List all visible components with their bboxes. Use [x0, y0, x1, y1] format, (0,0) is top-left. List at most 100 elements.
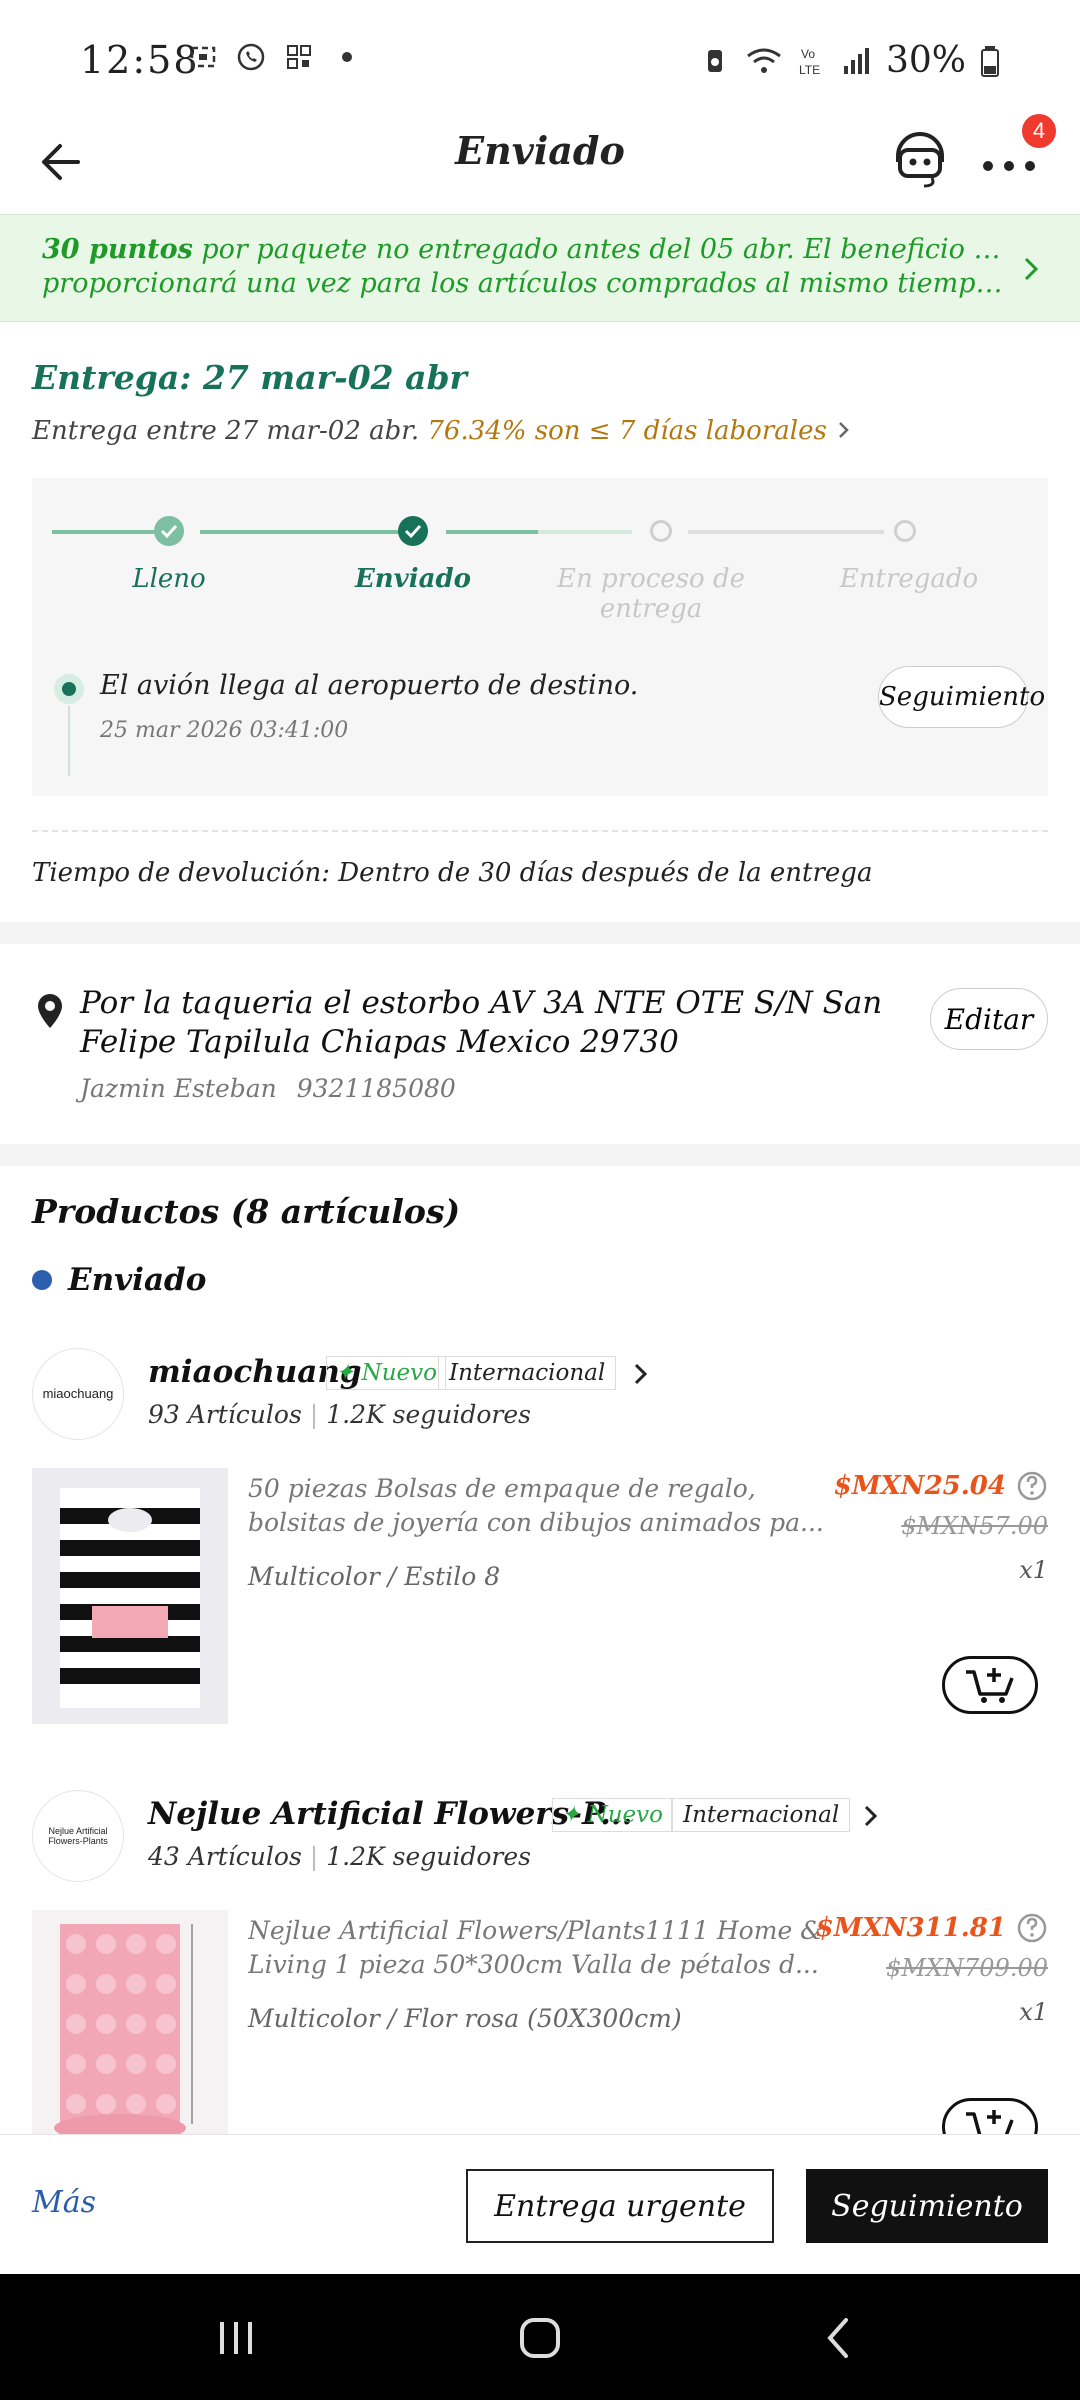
- product-name-line-1: 50 piezas Bolsas de empaque de regalo,: [248, 1474, 756, 1503]
- product-name-line-1: Nejlue Artificial Flowers/Plants1111 Hom…: [248, 1916, 823, 1945]
- delivery-estimate-title: Entrega: 27 mar-02 abr: [32, 358, 467, 397]
- promo-line-1: 30 puntos por paquete no entregado antes…: [42, 233, 1010, 267]
- product-item[interactable]: 50 piezas Bolsas de empaque de regalo, b…: [32, 1468, 1048, 1728]
- add-to-cart-button[interactable]: [942, 1656, 1038, 1714]
- progress-line: [200, 530, 400, 534]
- promo-text-1: por paquete no entregado antes del 05 ab…: [192, 234, 1010, 265]
- store-logo: miaochuang: [32, 1348, 124, 1440]
- urgent-delivery-button[interactable]: Entrega urgente: [466, 2169, 774, 2243]
- product-price-row: $MXN311.81: [816, 1912, 1048, 1944]
- product-name: Nejlue Artificial Flowers/Plants1111 Hom…: [248, 1914, 838, 1982]
- new-tag-label: Nuevo: [361, 1360, 437, 1386]
- group-status-label: Enviado: [68, 1262, 207, 1298]
- store-meta: 43 Artículos | 1.2K seguidores: [148, 1842, 531, 1871]
- recipient-phone: 9321185080: [296, 1074, 456, 1103]
- event-timeline: [68, 706, 70, 776]
- product-name: 50 piezas Bolsas de empaque de regalo, b…: [248, 1472, 838, 1540]
- product-name-line-2: Living 1 pieza 50*300cm Valla de pétalos…: [248, 1950, 819, 1979]
- progress-line: [538, 530, 632, 534]
- step-label-enviado: Enviado: [354, 564, 472, 594]
- notification-icons: [188, 42, 362, 72]
- step-dot-enviado: [398, 516, 428, 546]
- delivery-card: Entrega: 27 mar-02 abr Entrega entre 27 …: [0, 322, 1080, 922]
- promo-points: 30 puntos: [42, 234, 193, 265]
- delivery-stat: 76.34% son ≤ 7 días laborales: [427, 416, 827, 446]
- status-dot: [32, 1270, 52, 1290]
- step-label-entregado: Entregado: [839, 564, 979, 594]
- step-dot-en-proceso: [650, 520, 672, 542]
- chevron-right-icon: [634, 1363, 648, 1385]
- international-tag: Internacional: [672, 1798, 851, 1832]
- whatsapp-icon: [237, 43, 265, 71]
- battery-percent: 30%: [885, 40, 966, 81]
- progress-line: [688, 530, 884, 534]
- sparkle-icon: ✦: [561, 1802, 588, 1828]
- product-price: $MXN311.81: [815, 1913, 1006, 1943]
- step-label-en-proceso: En proceso de entrega: [557, 564, 745, 624]
- add-to-cart-icon: [966, 1668, 1014, 1703]
- group-status: Enviado: [32, 1262, 206, 1298]
- dot-icon: [342, 52, 352, 62]
- new-tag: ✦ Nuevo: [326, 1356, 446, 1390]
- shipping-address: Por la taqueria el estorbo AV 3A NTE OTE…: [80, 985, 883, 1060]
- store-meta: 93 Artículos | 1.2K seguidores: [148, 1400, 531, 1429]
- system-navigation-bar: [0, 2274, 1080, 2400]
- chevron-right-icon: [1024, 257, 1039, 281]
- app-header: Enviado 4: [0, 110, 1080, 214]
- status-bar: 12:58 Vo LTE 30%: [0, 0, 1080, 110]
- product-original-price: $MXN57.00: [901, 1512, 1048, 1540]
- product-variant: Multicolor / Estilo 8: [248, 1562, 501, 1591]
- edit-address-button[interactable]: Editar: [930, 988, 1048, 1050]
- address-card: Por la taqueria el estorbo AV 3A NTE OTE…: [0, 944, 1080, 1144]
- product-original-price: $MXN709.00: [886, 1954, 1048, 1982]
- latest-event-time: 25 mar 2026 03:41:00: [100, 718, 349, 743]
- new-tag-label: Nuevo: [587, 1802, 663, 1828]
- volte-icon: Vo LTE: [799, 47, 820, 77]
- recipient-name: Jazmin Esteban: [80, 1074, 277, 1103]
- new-tag: ✦ Nuevo: [552, 1798, 672, 1832]
- product-image: [32, 1468, 228, 1724]
- svg-text:Vo: Vo: [801, 47, 815, 61]
- divider: [32, 830, 1048, 832]
- chevron-right-icon: [839, 422, 849, 438]
- tracking-button[interactable]: Seguimiento: [878, 666, 1045, 728]
- home-icon[interactable]: [514, 2312, 566, 2364]
- store-followers: 1.2K seguidores: [326, 1842, 531, 1871]
- battery-saver-icon: [707, 49, 722, 72]
- return-policy: Tiempo de devolución: Dentro de 30 días …: [32, 858, 873, 888]
- battery-icon: [981, 45, 999, 77]
- latest-event: El avión llega al aeropuerto de destino.: [100, 670, 639, 701]
- add-to-cart-icon: [966, 2110, 1014, 2134]
- delivery-range[interactable]: Entrega entre 27 mar-02 abr. 76.34% son …: [32, 416, 853, 446]
- product-item[interactable]: Nejlue Artificial Flowers/Plants1111 Hom…: [32, 1910, 1048, 2134]
- wifi-icon: [747, 48, 781, 73]
- tracking-main-button[interactable]: Seguimiento: [806, 2169, 1048, 2243]
- store-header[interactable]: Nejlue Artificial Flowers-Plants Nejlue …: [32, 1790, 1048, 1890]
- product-variant: Multicolor / Flor rosa (50X300cm): [248, 2004, 682, 2033]
- help-icon[interactable]: [1016, 1912, 1048, 1944]
- back-nav-icon[interactable]: [814, 2312, 866, 2364]
- store-header[interactable]: miaochuang miaochuang ✦ Nuevo Internacio…: [32, 1348, 1048, 1448]
- status-time: 12:58: [80, 38, 200, 82]
- international-tag: Internacional: [438, 1356, 617, 1390]
- more-link[interactable]: Más: [32, 2185, 96, 2220]
- add-to-cart-button[interactable]: [942, 2098, 1038, 2134]
- customer-support-icon[interactable]: [888, 128, 952, 192]
- promo-text-2: proporcionará una vez para los artículos…: [42, 268, 1010, 299]
- step-dot-entregado: [894, 520, 916, 542]
- delivery-range-text: Entrega entre 27 mar-02 abr.: [32, 416, 420, 446]
- step-label-lleno: Lleno: [132, 564, 206, 594]
- store-items-count: 93 Artículos: [148, 1400, 302, 1429]
- chevron-right-icon: [864, 1805, 878, 1827]
- signal-icon: [843, 47, 869, 74]
- event-dot: [54, 674, 84, 704]
- recent-apps-icon[interactable]: [210, 2312, 262, 2364]
- help-icon[interactable]: [1016, 1470, 1048, 1502]
- store-logo: Nejlue Artificial Flowers-Plants: [32, 1790, 124, 1882]
- system-icons: Vo LTE 30%: [700, 40, 1000, 81]
- product-name-line-2: bolsitas de joyería con dibujos animados…: [248, 1508, 824, 1537]
- product-image: [32, 1910, 228, 2134]
- product-price-row: $MXN25.04: [834, 1470, 1048, 1502]
- progress-line: [446, 530, 538, 534]
- points-promo-banner[interactable]: 30 puntos por paquete no entregado antes…: [0, 214, 1080, 322]
